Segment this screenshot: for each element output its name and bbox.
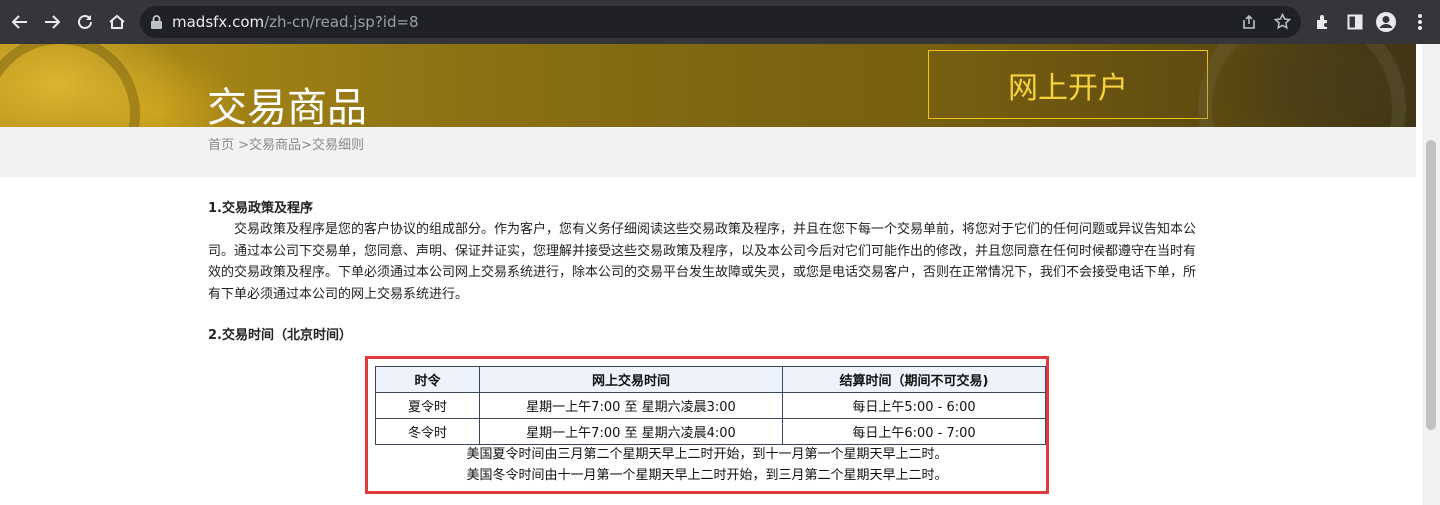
address-bar[interactable]: madsfx.com/zh-cn/read.jsp?id=8 xyxy=(140,6,1301,38)
section-title: 2.交易时间（北京时间） xyxy=(208,328,352,343)
header-online-trading-time: 网上交易时间 xyxy=(479,366,783,393)
side-panel-icon[interactable] xyxy=(1341,8,1369,36)
table-cell: 夏令时 xyxy=(375,392,480,419)
table-header-row: 时令 网上交易时间 结算时间（期间不可交易) xyxy=(375,366,1046,393)
breadcrumb-products[interactable]: 交易商品 xyxy=(249,138,301,153)
page-viewport: 交易商品 网上开户 首页 >交易商品>交易细则 1.交易政策及程序 交易政策及程… xyxy=(0,44,1440,505)
extensions-icon[interactable] xyxy=(1309,8,1337,36)
article-content: 1.交易政策及程序 交易政策及程序是您的客户协议的组成部分。作为客户，您有义务仔… xyxy=(208,200,1208,343)
table-cell: 每日上午6:00 - 7:00 xyxy=(782,418,1046,445)
dst-notes: 美国夏令时间由三月第二个星期天早上二时开始，到十一月第一个星期天早上二时。 美国… xyxy=(368,444,1046,486)
note-winter-time: 美国冬令时间由十一月第一个星期天早上二时开始，到三月第二个星期天早上二时。 xyxy=(466,468,948,483)
section-trading-hours: 2.交易时间（北京时间） xyxy=(208,327,352,345)
home-icon[interactable] xyxy=(103,8,131,36)
page-banner: 交易商品 网上开户 xyxy=(0,44,1416,127)
bookmark-star-icon[interactable] xyxy=(1273,12,1292,34)
page-title: 交易商品 xyxy=(207,85,367,127)
page-scrollbar[interactable] xyxy=(1422,44,1440,505)
section-trading-policy: 1.交易政策及程序 交易政策及程序是您的客户协议的组成部分。作为客户，您有义务仔… xyxy=(208,200,1208,305)
table-cell: 每日上午5:00 - 6:00 xyxy=(782,392,1046,419)
back-icon[interactable] xyxy=(6,8,34,36)
reload-icon[interactable] xyxy=(71,8,99,36)
note-summer-time: 美国夏令时间由三月第二个星期天早上二时开始，到十一月第一个星期天早上二时。 xyxy=(466,447,948,462)
url-text[interactable]: madsfx.com/zh-cn/read.jsp?id=8 xyxy=(172,13,419,31)
trading-hours-highlight: 时令 网上交易时间 结算时间（期间不可交易) 夏令时 星期一上午7:00 至 星… xyxy=(365,356,1049,494)
url-path: /zh-cn/read.jsp?id=8 xyxy=(264,13,419,31)
breadcrumb-separator: > xyxy=(234,138,250,153)
header-season: 时令 xyxy=(375,366,480,393)
header-settlement-time: 结算时间（期间不可交易) xyxy=(782,366,1046,393)
breadcrumb: 首页 >交易商品>交易细则 xyxy=(208,134,364,153)
profile-avatar-icon[interactable] xyxy=(1372,8,1400,36)
scrollbar-thumb[interactable] xyxy=(1426,140,1436,430)
breadcrumb-separator: > xyxy=(301,138,312,153)
table-cell: 星期一上午7:00 至 星期六凌晨3:00 xyxy=(479,392,783,419)
table-cell: 星期一上午7:00 至 星期六凌晨4:00 xyxy=(479,418,783,445)
trading-hours-table: 时令 网上交易时间 结算时间（期间不可交易) 夏令时 星期一上午7:00 至 星… xyxy=(375,366,1046,445)
browser-toolbar: madsfx.com/zh-cn/read.jsp?id=8 xyxy=(0,0,1440,44)
section-title: 1.交易政策及程序 xyxy=(208,201,313,216)
breadcrumb-bar: 首页 >交易商品>交易细则 xyxy=(0,127,1416,177)
open-account-button[interactable]: 网上开户 xyxy=(928,50,1208,119)
menu-kebab-icon[interactable] xyxy=(1406,8,1434,36)
lock-icon[interactable] xyxy=(150,14,163,34)
breadcrumb-home[interactable]: 首页 xyxy=(208,138,234,153)
section-body: 交易政策及程序是您的客户协议的组成部分。作为客户，您有义务仔细阅读这些交易政策及… xyxy=(208,222,1197,302)
share-icon[interactable] xyxy=(1241,14,1257,34)
breadcrumb-current[interactable]: 交易细则 xyxy=(312,138,364,153)
table-row: 冬令时 星期一上午7:00 至 星期六凌晨4:00 每日上午6:00 - 7:0… xyxy=(375,418,1046,445)
table-row: 夏令时 星期一上午7:00 至 星期六凌晨3:00 每日上午5:00 - 6:0… xyxy=(375,392,1046,419)
forward-icon[interactable] xyxy=(38,8,66,36)
table-cell: 冬令时 xyxy=(375,418,480,445)
url-host: madsfx.com xyxy=(172,13,265,31)
